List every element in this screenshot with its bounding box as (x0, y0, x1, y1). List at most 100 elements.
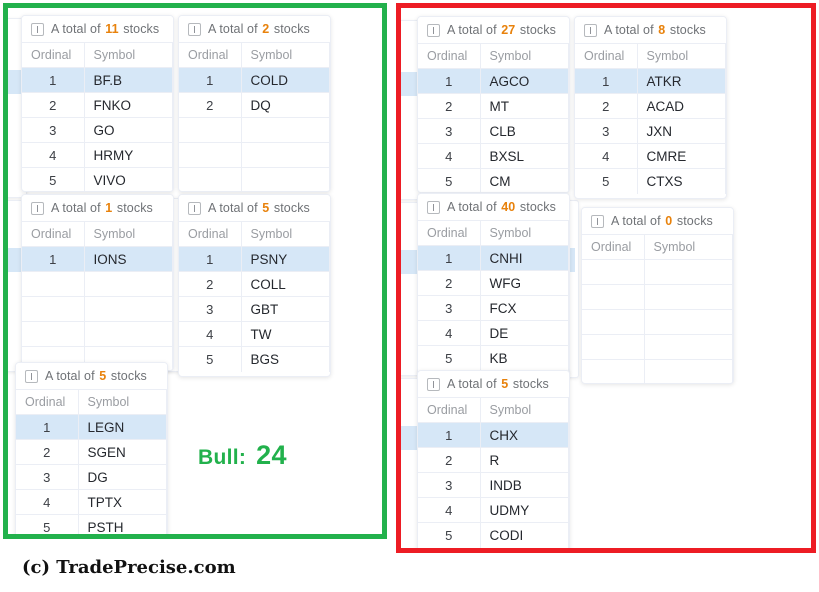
table-row[interactable]: 5 KB (418, 345, 569, 371)
column-header-symbol[interactable]: Symbol (241, 221, 330, 247)
stock-panel[interactable]: A total of 5 stocks Ordinal Symbol 1 CHX 2… (417, 370, 570, 548)
table-row[interactable] (22, 296, 173, 322)
table-row[interactable]: 2 COLL (179, 271, 330, 297)
stock-panel[interactable]: A total of 0 stocks Ordinal Symbol (581, 207, 734, 384)
panel-header[interactable]: A total of 11 stocks (22, 16, 173, 42)
table-row[interactable]: 4 DE (418, 320, 569, 346)
table-row[interactable]: 2 SGEN (16, 439, 167, 465)
column-header-ordinal[interactable]: Ordinal (418, 397, 481, 423)
column-header-ordinal[interactable]: Ordinal (575, 43, 638, 69)
table-row[interactable] (582, 284, 733, 310)
panel-header[interactable]: A total of 1 stocks (22, 195, 173, 221)
checkbox-icon[interactable] (188, 201, 201, 215)
column-header-symbol[interactable]: Symbol (644, 234, 733, 260)
table-row[interactable] (179, 167, 330, 191)
table-row[interactable] (179, 142, 330, 168)
column-header-symbol[interactable]: Symbol (480, 43, 569, 69)
column-header-ordinal[interactable]: Ordinal (22, 42, 85, 68)
cell-ordinal: 3 (16, 464, 79, 490)
table-row[interactable]: 4 TW (179, 321, 330, 347)
table-row[interactable]: 2 FNKO (22, 92, 173, 118)
panel-header[interactable]: A total of 8 stocks (575, 17, 726, 43)
table-row[interactable]: 5 PSTH (16, 514, 167, 534)
column-header-symbol[interactable]: Symbol (84, 42, 173, 68)
column-header-symbol[interactable]: Symbol (78, 389, 167, 415)
column-header-symbol[interactable]: Symbol (480, 397, 569, 423)
panel-header[interactable]: A total of 5 stocks (179, 195, 330, 221)
checkbox-icon[interactable] (188, 22, 201, 36)
table-row[interactable]: 2R (418, 447, 569, 473)
column-header-ordinal[interactable]: Ordinal (582, 234, 645, 260)
table-row[interactable]: 5 CM (418, 168, 569, 192)
stock-panel[interactable]: A total of 5 stocks Ordinal Symbol 1 PSNY… (178, 194, 331, 377)
stock-panel[interactable]: A total of 5 stocks Ordinal Symbol 1 LEGN… (15, 362, 168, 534)
panel-header[interactable]: A total of 5 stocks (418, 371, 569, 397)
table-row[interactable]: 2 ACAD (575, 93, 726, 119)
table-row[interactable]: 1 BF.B (22, 67, 173, 93)
table-row[interactable]: 1 ATKR (575, 68, 726, 94)
checkbox-icon[interactable] (427, 23, 440, 37)
table-row[interactable]: 1 PSNY (179, 246, 330, 272)
checkbox-icon[interactable] (427, 377, 440, 391)
table-row[interactable]: 1 AGCO (418, 68, 569, 94)
column-header-ordinal[interactable]: Ordinal (418, 43, 481, 69)
table-row[interactable] (582, 359, 733, 383)
checkbox-icon[interactable] (427, 200, 440, 214)
panel-header[interactable]: A total of 5 stocks (16, 363, 167, 389)
table-row[interactable]: 3 JXN (575, 118, 726, 144)
table-row[interactable]: 5 CTXS (575, 168, 726, 194)
table-row[interactable] (22, 271, 173, 297)
table-row[interactable]: 3 DG (16, 464, 167, 490)
column-header-ordinal[interactable]: Ordinal (418, 220, 481, 246)
panel-header[interactable]: A total of 27 stocks (418, 17, 569, 43)
table-row[interactable]: 4 UDMY (418, 497, 569, 523)
table-row[interactable]: 2 WFG (418, 270, 569, 296)
column-header-symbol[interactable]: Symbol (637, 43, 726, 69)
column-header-symbol[interactable]: Symbol (480, 220, 569, 246)
panel-header[interactable]: A total of 0 stocks (582, 208, 733, 234)
table-row[interactable] (582, 309, 733, 335)
table-row[interactable] (22, 321, 173, 347)
table-row[interactable]: 3 CLB (418, 118, 569, 144)
table-row[interactable]: 2 DQ (179, 92, 330, 118)
table-row[interactable]: 4 HRMY (22, 142, 173, 168)
table-row[interactable] (582, 259, 733, 285)
table-row[interactable]: 3 FCX (418, 295, 569, 321)
table-row[interactable]: 5 VIVO (22, 167, 173, 191)
table-row[interactable]: 3 GBT (179, 296, 330, 322)
table-row[interactable] (582, 334, 733, 360)
table-row[interactable]: 1 CNHI (418, 245, 569, 271)
stock-panel[interactable]: A total of 27 stocks Ordinal Symbol 1 AGC… (417, 16, 570, 193)
table-row[interactable]: 3 INDB (418, 472, 569, 498)
checkbox-icon[interactable] (584, 23, 597, 37)
stock-panel[interactable]: A total of 2 stocks Ordinal Symbol 1 COLD… (178, 15, 331, 192)
column-header-ordinal[interactable]: Ordinal (179, 42, 242, 68)
panel-header[interactable]: A total of 2 stocks (179, 16, 330, 42)
checkbox-icon[interactable] (591, 214, 604, 228)
table-row[interactable]: 5 CODI (418, 522, 569, 548)
table-row[interactable]: 1 COLD (179, 67, 330, 93)
column-header-ordinal[interactable]: Ordinal (179, 221, 242, 247)
stock-panel[interactable]: A total of 40 stocks Ordinal Symbol 1 CNH… (417, 193, 570, 376)
table-row[interactable]: 2 MT (418, 93, 569, 119)
column-header-symbol[interactable]: Symbol (84, 221, 173, 247)
stock-panel[interactable]: A total of 11 stocks Ordinal Symbol 1 BF.… (21, 15, 174, 192)
column-header-symbol[interactable]: Symbol (241, 42, 330, 68)
checkbox-icon[interactable] (25, 369, 38, 383)
table-row[interactable]: 4 TPTX (16, 489, 167, 515)
table-row[interactable]: 5 BGS (179, 346, 330, 372)
table-row[interactable]: 1 IONS (22, 246, 173, 272)
table-row[interactable]: 1 LEGN (16, 414, 167, 440)
table-row[interactable] (179, 117, 330, 143)
table-row[interactable]: 1 CHX (418, 422, 569, 448)
table-row[interactable]: 4 BXSL (418, 143, 569, 169)
checkbox-icon[interactable] (31, 22, 44, 36)
column-header-ordinal[interactable]: Ordinal (16, 389, 79, 415)
stock-panel[interactable]: A total of 8 stocks Ordinal Symbol 1 ATKR… (574, 16, 727, 199)
panel-header[interactable]: A total of 40 stocks (418, 194, 569, 220)
table-row[interactable]: 3 GO (22, 117, 173, 143)
stock-panel[interactable]: A total of 1 stocks Ordinal Symbol 1 IONS (21, 194, 174, 371)
table-row[interactable]: 4 CMRE (575, 143, 726, 169)
column-header-ordinal[interactable]: Ordinal (22, 221, 85, 247)
checkbox-icon[interactable] (31, 201, 44, 215)
